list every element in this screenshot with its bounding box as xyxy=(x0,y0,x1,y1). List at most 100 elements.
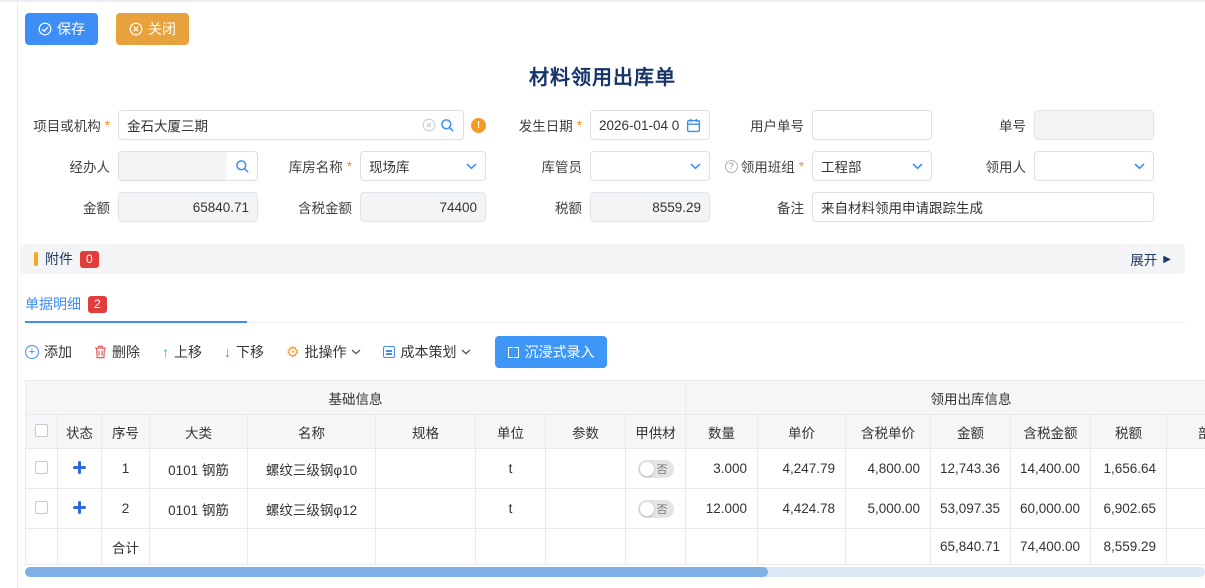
detail-tabs: 单据明细 2 xyxy=(25,294,1185,323)
cell-amount[interactable]: 53,097.35 xyxy=(931,489,1011,529)
page-title: 材料领用出库单 xyxy=(0,61,1205,90)
search-icon[interactable] xyxy=(227,152,257,180)
cell-category[interactable]: 0101 钢筋 xyxy=(150,449,248,489)
cell-qty[interactable]: 3.000 xyxy=(686,449,758,489)
date-label: 发生日期* xyxy=(494,115,582,135)
team-label: 领用班组* xyxy=(718,156,804,176)
cell-price[interactable]: 4,247.79 xyxy=(758,449,846,489)
cell-tax[interactable]: 1,656.64 xyxy=(1091,449,1167,489)
plus-circle-icon xyxy=(25,345,39,359)
calendar-icon[interactable] xyxy=(686,118,701,133)
cost-planning-menu[interactable]: 成本策划 xyxy=(383,342,471,362)
cell-name[interactable]: 螺纹三级钢φ12 xyxy=(248,489,376,529)
attachment-section-bar[interactable]: 附件 0 展开 ▶ xyxy=(20,244,1185,274)
save-button[interactable]: 保存 xyxy=(25,13,98,45)
cell-price-tax[interactable]: 4,800.00 xyxy=(846,449,931,489)
total-label: 合计 xyxy=(102,529,150,565)
row-status-plus-icon[interactable] xyxy=(73,501,86,514)
col-amount: 金额 xyxy=(931,415,1011,449)
col-status: 状态 xyxy=(58,415,102,449)
cell-amount-tax[interactable]: 60,000.00 xyxy=(1011,489,1091,529)
row-checkbox[interactable] xyxy=(35,501,48,514)
fullscreen-brackets-icon xyxy=(508,347,519,358)
cell-spec[interactable] xyxy=(376,449,476,489)
attachment-label: 附件 xyxy=(45,249,73,269)
batch-operations-menu[interactable]: ⚙批操作 xyxy=(286,342,361,362)
user-no-field[interactable] xyxy=(812,110,932,140)
col-amount-tax: 含税金额 xyxy=(1011,415,1091,449)
col-price: 单价 xyxy=(758,415,846,449)
cell-price-tax[interactable]: 5,000.00 xyxy=(846,489,931,529)
scrollbar-thumb[interactable] xyxy=(25,567,768,577)
close-label: 关闭 xyxy=(148,19,176,39)
amount-field: 65840.71 xyxy=(118,192,258,222)
cost-planning-icon xyxy=(383,346,395,358)
column-header-row: 状态 序号 大类 名称 规格 单位 参数 甲供材 数量 单价 含税单价 金额 含… xyxy=(26,415,1205,449)
cell-category[interactable]: 0101 钢筋 xyxy=(150,489,248,529)
total-tax: 8,559.29 xyxy=(1091,529,1167,565)
cell-param[interactable] xyxy=(546,489,626,529)
project-value: 金石大厦三期 xyxy=(127,115,418,135)
amount-label: 金额 xyxy=(25,197,110,217)
immersive-entry-button[interactable]: 沉浸式录入 xyxy=(495,336,607,368)
cell-unit[interactable]: t xyxy=(476,449,546,489)
tax-field: 8559.29 xyxy=(590,192,710,222)
keeper-select[interactable] xyxy=(590,151,710,181)
detail-grid: 基础信息 领用出库信息 状态 序号 大类 名称 规格 单位 参数 甲供材 数量 … xyxy=(25,380,1205,565)
cell-part[interactable] xyxy=(1167,489,1205,529)
clear-icon[interactable] xyxy=(422,118,436,132)
project-label: 项目或机构* xyxy=(25,115,110,135)
total-amount-tax: 74,400.00 xyxy=(1011,529,1091,565)
warehouse-select[interactable]: 现场库 xyxy=(360,151,486,181)
total-row: 合计 65,840.71 74,400.00 8,559.29 xyxy=(26,529,1205,565)
attachment-expand-button[interactable]: 展开 ▶ xyxy=(1130,249,1171,269)
move-down-button[interactable]: ↓下移 xyxy=(224,342,264,362)
search-icon[interactable] xyxy=(440,118,455,133)
cell-spec[interactable] xyxy=(376,489,476,529)
grid-toolbar: 添加 删除 ↑上移 ↓下移 ⚙批操作 成本策划 沉浸式录入 xyxy=(25,336,1205,368)
supplied-toggle[interactable]: 否 xyxy=(638,500,674,518)
project-field[interactable]: 金石大厦三期 xyxy=(118,110,464,140)
cell-unit[interactable]: t xyxy=(476,489,546,529)
cell-tax[interactable]: 6,902.65 xyxy=(1091,489,1167,529)
col-seq: 序号 xyxy=(102,415,150,449)
help-icon[interactable] xyxy=(725,160,738,173)
date-value: 2026-01-04 0 xyxy=(599,118,682,133)
recipient-label: 领用人 xyxy=(940,156,1026,176)
date-field[interactable]: 2026-01-04 0 xyxy=(590,110,710,140)
col-part: 部位 xyxy=(1167,415,1205,449)
handler-field[interactable] xyxy=(118,151,258,181)
row-status-plus-icon[interactable] xyxy=(73,461,86,474)
horizontal-scrollbar[interactable] xyxy=(25,567,1205,577)
cell-name[interactable]: 螺纹三级钢φ10 xyxy=(248,449,376,489)
arrow-down-icon: ↓ xyxy=(224,344,231,360)
keeper-label: 库管员 xyxy=(494,156,582,176)
cell-price[interactable]: 4,424.78 xyxy=(758,489,846,529)
team-select[interactable]: 工程部 xyxy=(812,151,932,181)
table-row[interactable]: 1 0101 钢筋 螺纹三级钢φ10 t 否 3.000 4,247.79 4,… xyxy=(26,449,1205,489)
supplied-toggle[interactable]: 否 xyxy=(638,460,674,478)
cell-param[interactable] xyxy=(546,449,626,489)
order-form: 项目或机构* 金石大厦三期 发生日期* 2026-01-04 0 用户单号 单号… xyxy=(25,110,1182,222)
info-icon[interactable] xyxy=(471,118,486,133)
table-row[interactable]: 2 0101 钢筋 螺纹三级钢φ12 t 否 12.000 4,424.78 5… xyxy=(26,489,1205,529)
col-price-tax: 含税单价 xyxy=(846,415,931,449)
gear-icon: ⚙ xyxy=(286,345,299,360)
page: 保存 关闭 材料领用出库单 项目或机构* 金石大厦三期 发生日期* 2026-0… xyxy=(0,0,1205,588)
move-up-button[interactable]: ↑上移 xyxy=(162,342,202,362)
close-button[interactable]: 关闭 xyxy=(116,13,189,45)
add-row-button[interactable]: 添加 xyxy=(25,342,72,362)
chevron-down-icon xyxy=(351,349,361,355)
delete-row-button[interactable]: 删除 xyxy=(94,342,140,362)
cell-amount[interactable]: 12,743.36 xyxy=(931,449,1011,489)
tab-detail[interactable]: 单据明细 2 xyxy=(25,294,247,323)
select-all-checkbox[interactable] xyxy=(35,424,48,437)
remark-field[interactable]: 来自材料领用申请跟踪生成 xyxy=(812,192,1154,222)
row-checkbox[interactable] xyxy=(35,461,48,474)
cell-amount-tax[interactable]: 14,400.00 xyxy=(1011,449,1091,489)
cell-part[interactable] xyxy=(1167,449,1205,489)
recipient-select[interactable] xyxy=(1034,151,1154,181)
cell-qty[interactable]: 12.000 xyxy=(686,489,758,529)
doc-no-label: 单号 xyxy=(940,115,1026,135)
group-header-row: 基础信息 领用出库信息 xyxy=(26,381,1205,415)
